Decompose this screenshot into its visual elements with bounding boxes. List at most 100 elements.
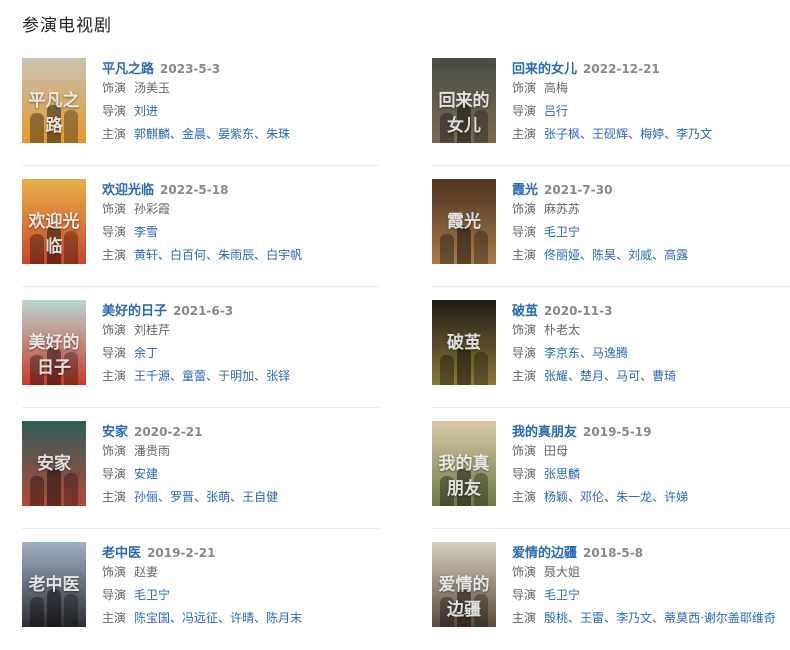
show-title-link[interactable]: 我的真朋友 <box>512 425 577 440</box>
role-line: 饰演 潘贵雨 <box>102 440 278 463</box>
show-poster[interactable]: 我的真朋友 <box>432 421 496 506</box>
show-item: 欢迎光临 欢迎光临 2022-5-18 饰演 孙彩霞 导演 李雪 主演 黄轩、白百何、朱雨辰、白… <box>22 166 380 287</box>
cast-link[interactable]: 郭麒麟 <box>134 127 170 141</box>
separator: 、 <box>580 248 593 262</box>
cast-link[interactable]: 曹琦 <box>652 369 676 383</box>
cast-link[interactable]: 陈宝国 <box>134 611 170 625</box>
show-title-link[interactable]: 爱情的边疆 <box>512 546 577 561</box>
cast-link[interactable]: 高露 <box>664 248 688 262</box>
poster-figure <box>474 352 488 385</box>
cast-link[interactable]: 梅婷 <box>640 127 664 141</box>
cast-link[interactable]: 邓伦 <box>580 490 604 504</box>
cast-label: 主演 <box>512 369 537 383</box>
cast-link[interactable]: 孙俪 <box>134 490 158 504</box>
show-title-link[interactable]: 回来的女儿 <box>512 62 577 77</box>
director-label: 导演 <box>512 346 537 360</box>
cast-link[interactable]: 于明加 <box>218 369 254 383</box>
cast-link[interactable]: 晏紫东 <box>218 127 254 141</box>
cast-link[interactable]: 许娣 <box>664 490 688 504</box>
cast-link[interactable]: 王雷 <box>580 611 604 625</box>
cast-link[interactable]: 金晨 <box>182 127 206 141</box>
cast-link[interactable]: 张耀 <box>544 369 568 383</box>
director-link[interactable]: 安建 <box>134 467 158 481</box>
cast-link[interactable]: 张子枫 <box>544 127 580 141</box>
cast-link[interactable]: 陈月末 <box>266 611 302 625</box>
cast-link[interactable]: 陈昊 <box>592 248 616 262</box>
poster-figure <box>64 594 78 627</box>
director-link[interactable]: 余丁 <box>134 346 158 360</box>
director-link[interactable]: 毛卫宁 <box>544 588 580 602</box>
cast-link[interactable]: 童蕾 <box>182 369 206 383</box>
cast-link[interactable]: 王千源 <box>134 369 170 383</box>
separator: 、 <box>194 490 207 504</box>
show-date: 2019-5-19 <box>583 425 652 439</box>
show-title-link[interactable]: 老中医 <box>102 546 141 561</box>
cast-link[interactable]: 蒂莫西·谢尔盖耶维奇 <box>664 611 776 625</box>
show-poster[interactable]: 美好的日子 <box>22 300 86 385</box>
cast-link[interactable]: 王砚辉 <box>592 127 628 141</box>
show-poster[interactable]: 回来的女儿 <box>432 58 496 143</box>
cast-link[interactable]: 杨颖 <box>544 490 568 504</box>
cast-link[interactable]: 李乃文 <box>616 611 652 625</box>
director-link[interactable]: 毛卫宁 <box>544 225 580 239</box>
show-title-line: 霞光 2021-7-30 <box>512 180 688 198</box>
show-poster[interactable]: 破茧 <box>432 300 496 385</box>
cast-link[interactable]: 张铎 <box>266 369 290 383</box>
show-title-link[interactable]: 破茧 <box>512 304 538 319</box>
show-poster[interactable]: 欢迎光临 <box>22 179 86 264</box>
poster-figure <box>30 476 44 506</box>
cast-link[interactable]: 冯远征 <box>182 611 218 625</box>
show-title-link[interactable]: 欢迎光临 <box>102 183 154 198</box>
cast-link[interactable]: 许晴 <box>230 611 254 625</box>
cast-line: 主演 张子枫、王砚辉、梅婷、李乃文 <box>512 123 712 146</box>
show-poster[interactable]: 爱情的边疆 <box>432 542 496 627</box>
cast-label: 主演 <box>102 369 127 383</box>
director-label: 导演 <box>102 225 127 239</box>
director-link[interactable]: 马逸腾 <box>592 346 628 360</box>
show-title-link[interactable]: 安家 <box>102 425 128 440</box>
cast-link[interactable]: 白宇帆 <box>266 248 302 262</box>
show-title-line: 美好的日子 2021-6-3 <box>102 301 290 319</box>
director-link[interactable]: 刘进 <box>134 104 158 118</box>
director-link[interactable]: 李京东 <box>544 346 580 360</box>
cast-link[interactable]: 白百何 <box>170 248 206 262</box>
cast-line: 主演 郭麒麟、金晨、晏紫东、朱珠 <box>102 123 290 146</box>
show-info: 我的真朋友 2019-5-19 饰演 田母 导演 张思麟 主演 杨颖、邓伦、朱一龙、许娣 <box>512 422 688 509</box>
show-title-link[interactable]: 平凡之路 <box>102 62 154 77</box>
cast-link[interactable]: 佟丽娅 <box>544 248 580 262</box>
poster-figure <box>30 597 44 627</box>
separator: 、 <box>628 127 641 141</box>
cast-link[interactable]: 朱一龙 <box>616 490 652 504</box>
cast-label: 主演 <box>102 127 127 141</box>
poster-title: 爱情的边疆 <box>438 575 490 620</box>
separator: 、 <box>616 248 629 262</box>
show-date: 2022-12-21 <box>583 62 660 76</box>
director-link[interactable]: 毛卫宁 <box>134 588 170 602</box>
cast-link[interactable]: 朱雨辰 <box>218 248 254 262</box>
separator: 、 <box>580 127 593 141</box>
cast-link[interactable]: 刘威 <box>628 248 652 262</box>
director-link[interactable]: 张思麟 <box>544 467 580 481</box>
director-line: 导演 余丁 <box>102 342 290 365</box>
cast-line: 主演 杨颖、邓伦、朱一龙、许娣 <box>512 486 688 509</box>
show-poster[interactable]: 霞光 <box>432 179 496 264</box>
poster-title: 老中医 <box>28 575 80 595</box>
cast-link[interactable]: 王自健 <box>242 490 278 504</box>
cast-link[interactable]: 朱珠 <box>266 127 290 141</box>
cast-line: 主演 佟丽娅、陈昊、刘威、高露 <box>512 244 688 267</box>
show-poster[interactable]: 平凡之路 <box>22 58 86 143</box>
cast-link[interactable]: 罗晋 <box>170 490 194 504</box>
show-poster[interactable]: 安家 <box>22 421 86 506</box>
show-title-link[interactable]: 霞光 <box>512 183 538 198</box>
cast-link[interactable]: 张萌 <box>206 490 230 504</box>
show-date: 2023-5-3 <box>160 62 221 76</box>
director-link[interactable]: 李雪 <box>134 225 158 239</box>
show-title-link[interactable]: 美好的日子 <box>102 304 167 319</box>
cast-link[interactable]: 李乃文 <box>676 127 712 141</box>
cast-link[interactable]: 马可 <box>616 369 640 383</box>
cast-link[interactable]: 殷桃 <box>544 611 568 625</box>
cast-link[interactable]: 黄轩 <box>134 248 158 262</box>
cast-link[interactable]: 楚月 <box>580 369 604 383</box>
director-link[interactable]: 吕行 <box>544 104 568 118</box>
show-poster[interactable]: 老中医 <box>22 542 86 627</box>
